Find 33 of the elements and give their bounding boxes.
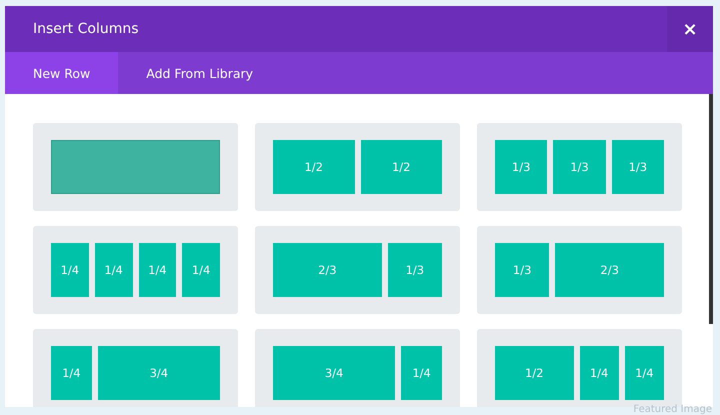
column-block: 1/3 (553, 140, 606, 194)
column-block: 1/3 (495, 243, 550, 297)
column-block: 1/4 (624, 346, 664, 400)
column-block: 1/3 (495, 140, 548, 194)
layout-option[interactable]: 1/2 1/2 (255, 123, 460, 211)
column-block: 1/3 (388, 243, 442, 297)
column-block: 1/4 (138, 243, 176, 297)
layout-option[interactable]: 1/4 1/4 1/4 1/4 (33, 226, 238, 314)
column-block: 3/4 (273, 346, 396, 400)
layout-option[interactable]: 2/3 1/3 (255, 226, 460, 314)
layout-option[interactable]: 3/4 1/4 (255, 329, 460, 407)
column-block: 1/2 (360, 140, 442, 194)
column-block: 1/4 (401, 346, 442, 400)
layout-option[interactable]: 1/4 3/4 (33, 329, 238, 407)
close-button[interactable]: × (667, 6, 713, 52)
column-block: 1/3 (612, 140, 664, 194)
column-block: 1/4 (580, 346, 619, 400)
layout-option[interactable]: 1/3 1/3 1/3 (477, 123, 682, 211)
column-block: 1/2 (273, 140, 354, 194)
scrollbar[interactable] (709, 94, 713, 324)
column-block: 1/4 (51, 243, 89, 297)
column-block: 3/4 (98, 346, 220, 400)
layout-option[interactable]: 1/3 2/3 (477, 226, 682, 314)
window-title: Insert Columns (32, 21, 140, 37)
column-block: 1/4 (51, 346, 92, 400)
column-block: 2/3 (555, 243, 664, 297)
column-block: 1/2 (495, 346, 574, 400)
column-block: 1/4 (94, 243, 132, 297)
tab[interactable]: Add From Library (118, 52, 282, 94)
tab[interactable]: New Row (5, 52, 118, 94)
column-block: 2/3 (273, 243, 382, 297)
column-block: 1/4 (182, 243, 220, 297)
layout-option[interactable] (33, 123, 238, 211)
